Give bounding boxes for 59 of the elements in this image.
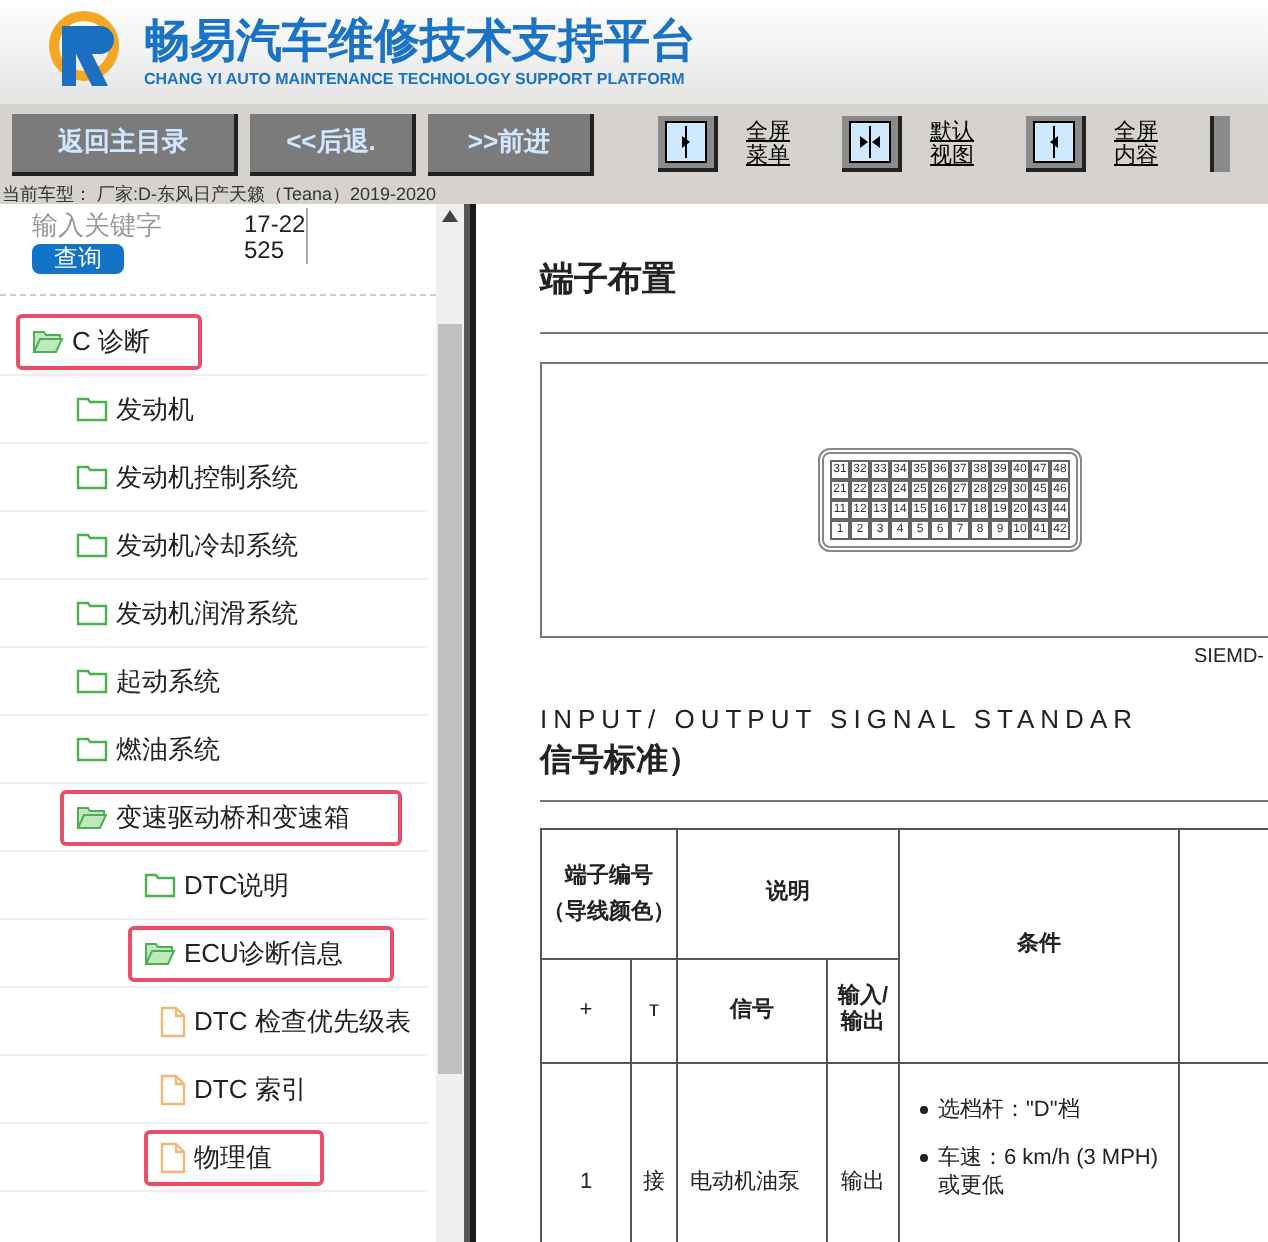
- platform-title: 畅易汽车维修技术支持平台: [144, 14, 696, 70]
- document-icon: [160, 1141, 186, 1173]
- folder-icon: [76, 464, 108, 490]
- tree-item[interactable]: C 诊断: [16, 313, 202, 369]
- signal-heading: INPUT/ OUTPUT SIGNAL STANDAR: [540, 703, 1141, 735]
- folder-icon: [76, 532, 108, 558]
- folder-icon: [76, 396, 108, 422]
- tree-item[interactable]: 发动机冷却系统: [60, 517, 314, 573]
- tree-item[interactable]: ECU诊断信息: [128, 925, 395, 981]
- view-toggle-button[interactable]: [658, 116, 718, 172]
- condition-item: 车速：6 km/h (3 MPH) 或更低: [938, 1143, 1161, 1199]
- folder-icon: [76, 600, 108, 626]
- table-header: 信号: [677, 958, 827, 1062]
- view-toggle-label[interactable]: 默认视图: [930, 120, 982, 168]
- panel-toggle-icon: [848, 120, 892, 164]
- tree-item[interactable]: 起动系统: [60, 653, 236, 709]
- figure-caption: SIEMD-: [1192, 643, 1264, 671]
- document-icon: [160, 1073, 186, 1105]
- tree-item[interactable]: 燃油系统: [60, 721, 236, 777]
- tree-item[interactable]: 物理值: [144, 1129, 324, 1185]
- cut-off-button[interactable]: [1210, 116, 1230, 172]
- tree-item[interactable]: 发动机: [60, 381, 210, 437]
- open-folder-icon: [76, 804, 108, 830]
- table-header: +: [541, 958, 631, 1062]
- car-model: 当前车型： 厂家:D-东风日产天籁（Teana）2019-2020: [0, 184, 1268, 204]
- folder-icon: [76, 736, 108, 762]
- signal-heading-cn: 信号标准）: [540, 735, 1268, 801]
- folder-icon: [76, 668, 108, 694]
- table-cell: 1: [541, 1062, 631, 1242]
- search-value: 17-22525: [244, 208, 308, 264]
- tree-item[interactable]: 变速驱动桥和变速箱: [60, 789, 402, 845]
- keyword-field[interactable]: 输入关键字: [32, 208, 212, 244]
- view-toggle-button[interactable]: [842, 116, 902, 172]
- folder-icon: [144, 872, 176, 898]
- table-header: 条件: [899, 828, 1179, 1062]
- tree-item[interactable]: DTC 索引: [144, 1061, 323, 1117]
- tree-item[interactable]: DTC说明: [128, 857, 306, 913]
- open-folder-icon: [144, 940, 176, 966]
- tree-item[interactable]: DTC 检查优先级表: [144, 993, 427, 1049]
- scroll-up-icon[interactable]: [442, 210, 458, 222]
- table-header: 说明: [677, 828, 899, 958]
- open-folder-icon: [32, 328, 64, 354]
- document-icon: [160, 1005, 186, 1037]
- view-toggle-label[interactable]: 全屏菜单: [746, 120, 798, 168]
- panel-toggle-icon: [1032, 120, 1076, 164]
- section-heading: 端子布置: [540, 256, 1268, 333]
- tree-item[interactable]: 发动机控制系统: [60, 449, 314, 505]
- view-toggle-button[interactable]: [1026, 116, 1086, 172]
- scrollbar[interactable]: [436, 204, 464, 1242]
- platform-subtitle: CHANG YI AUTO MAINTENANCE TECHNOLOGY SUPPORT PLATFORM: [144, 70, 687, 90]
- bullet-icon: [920, 1153, 928, 1161]
- panel-toggle-icon: [664, 120, 708, 164]
- condition-item: 选档杆："D"档: [938, 1095, 1080, 1123]
- view-toggle-label[interactable]: 全屏内容: [1114, 120, 1166, 168]
- table-header: 端子编号 （导线颜色）: [541, 828, 677, 958]
- table-header: ᴛ: [631, 958, 677, 1062]
- bullet-icon: [920, 1105, 928, 1113]
- search-button[interactable]: 查询: [32, 244, 124, 274]
- tree-item[interactable]: 发动机润滑系统: [60, 585, 314, 641]
